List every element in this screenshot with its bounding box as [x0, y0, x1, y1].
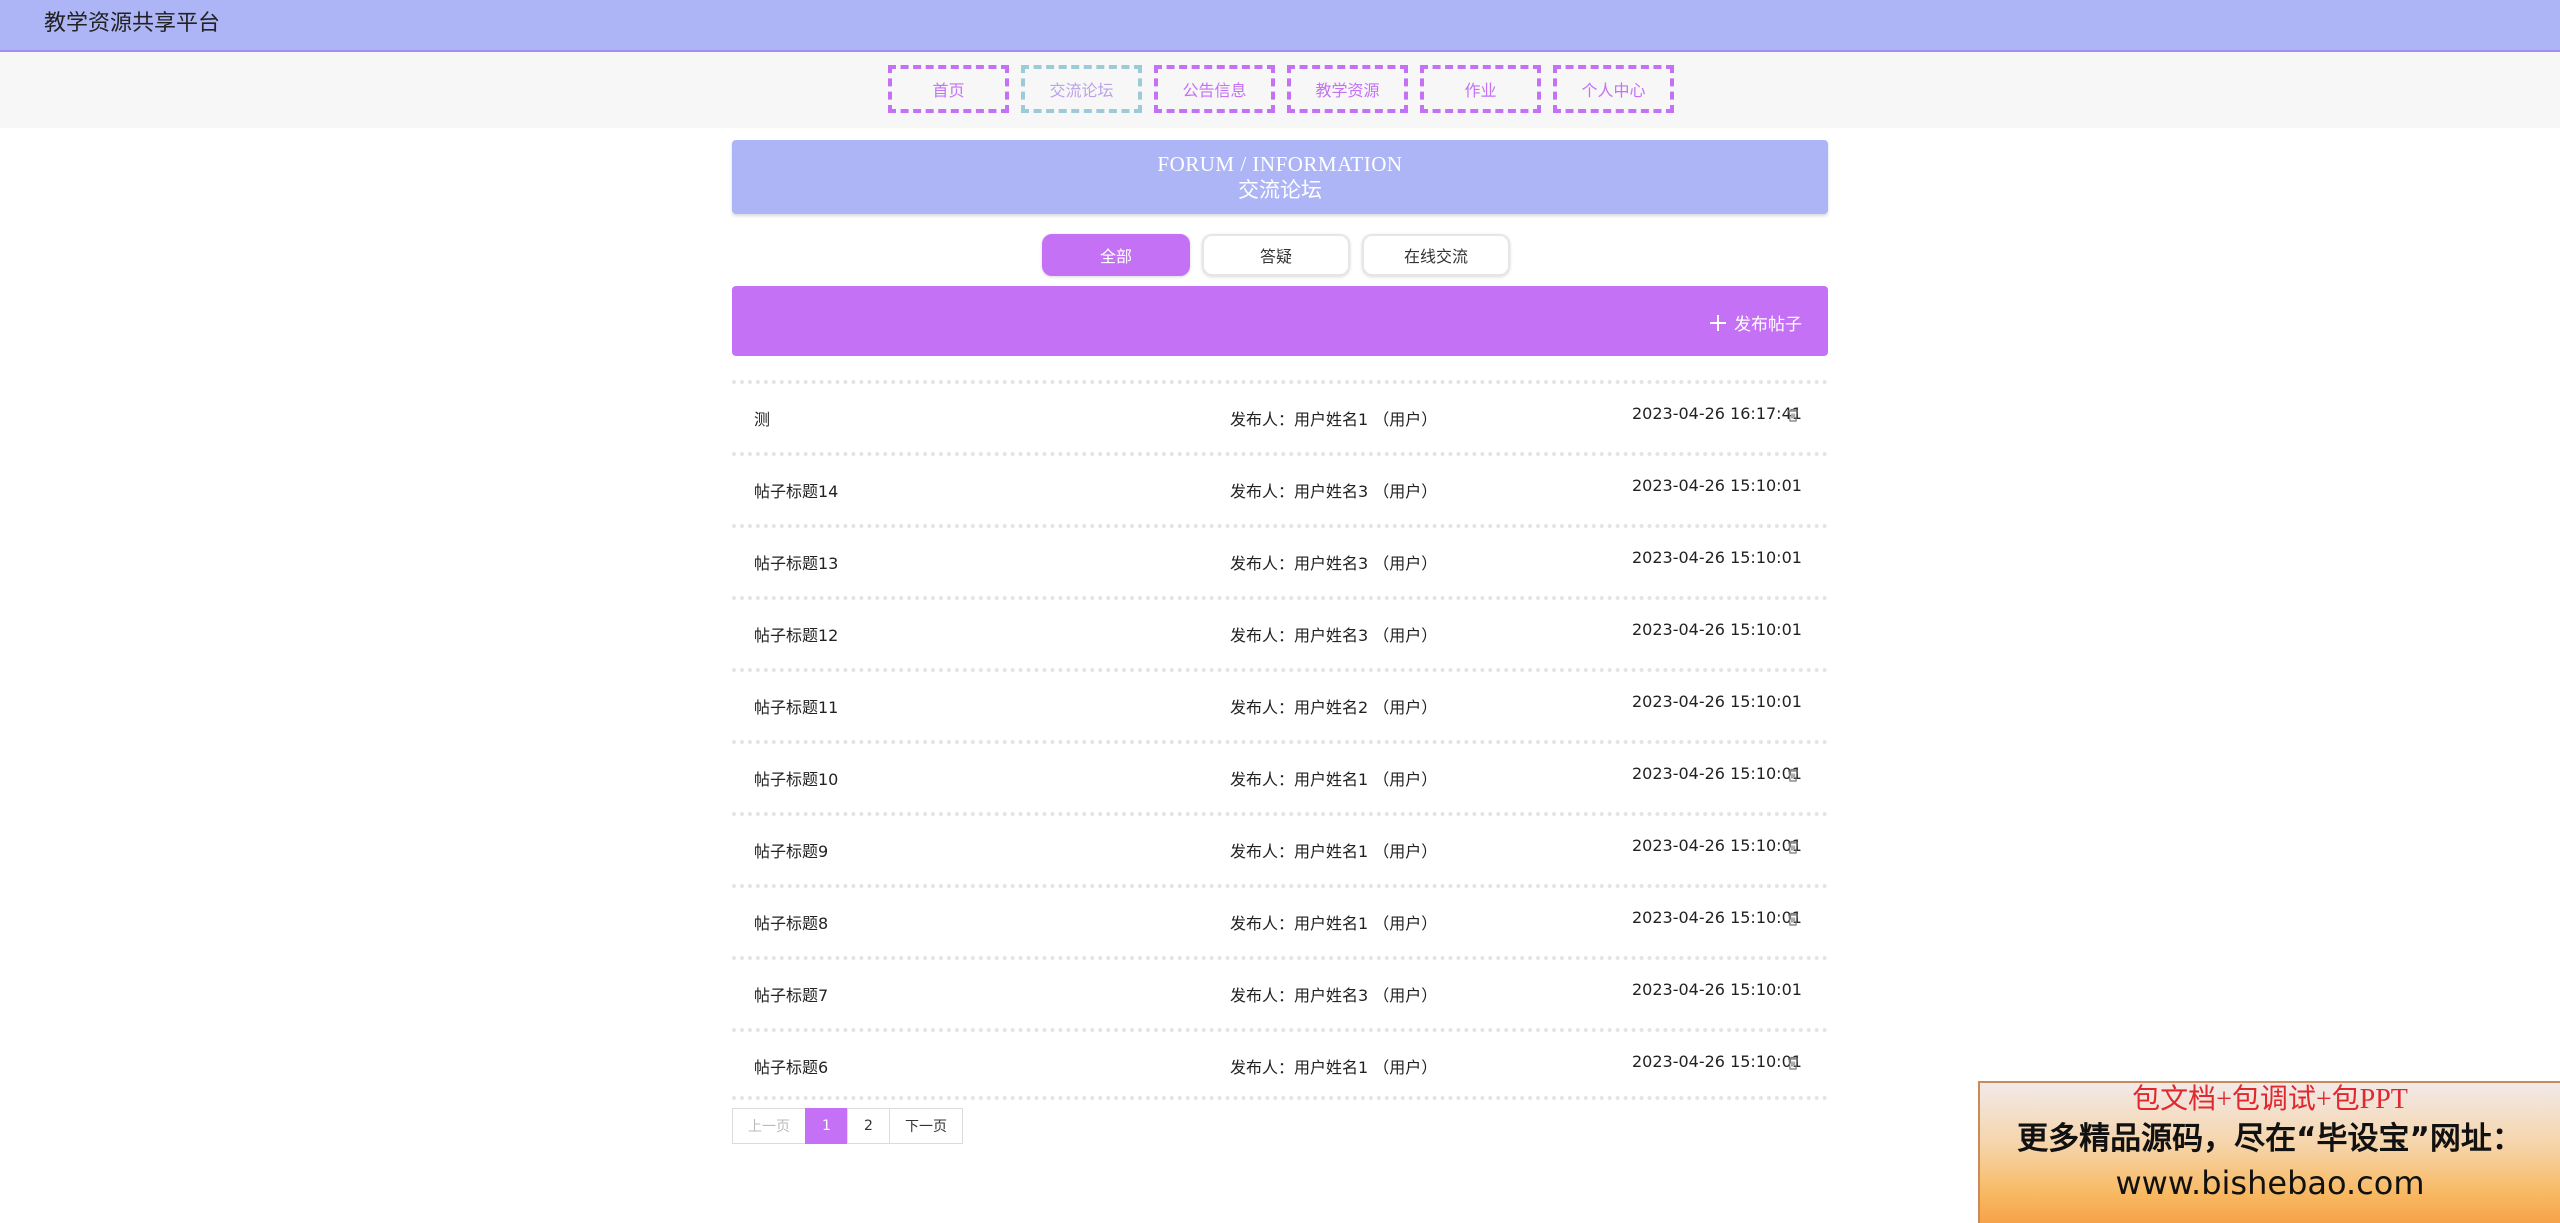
post-row[interactable]: 帖子标题10 发布人：用户姓名1 （用户） 2023-04-26 15:10:0… [732, 740, 1828, 812]
post-row[interactable]: 测 发布人：用户姓名1 （用户） 2023-04-26 16:17:41 [732, 380, 1828, 452]
top-header: 教学资源共享平台 [0, 0, 2560, 52]
post-author: 发布人：用户姓名1 （用户） [1230, 914, 1438, 933]
promo-line-1: 包文档+包调试+包PPT [2132, 1084, 2408, 1115]
banner-title-en: FORUM / INFORMATION [1157, 152, 1403, 176]
trash-icon[interactable] [1787, 1056, 1799, 1070]
plus-icon [1710, 314, 1726, 331]
post-row[interactable]: 帖子标题12 发布人：用户姓名3 （用户） 2023-04-26 15:10:0… [732, 596, 1828, 668]
post-time: 2023-04-26 15:10:01 [1632, 620, 1802, 639]
post-toolbar: 发布帖子 [732, 286, 1828, 356]
trash-icon[interactable] [1787, 912, 1799, 926]
promo-banner: 包文档+包调试+包PPT 更多精品源码，尽在“毕设宝”网址： www.bishe… [1978, 1081, 2560, 1223]
post-author: 发布人：用户姓名3 （用户） [1230, 554, 1438, 573]
post-title[interactable]: 帖子标题14 [754, 478, 838, 502]
post-time: 2023-04-26 16:17:41 [1632, 404, 1802, 423]
post-title[interactable]: 帖子标题9 [754, 838, 828, 862]
post-author: 发布人：用户姓名3 （用户） [1230, 626, 1438, 645]
publish-post-button[interactable]: 发布帖子 [1710, 310, 1802, 335]
post-time: 2023-04-26 15:10:01 [1632, 548, 1802, 567]
post-title[interactable]: 帖子标题8 [754, 910, 828, 934]
post-time: 2023-04-26 15:10:01 [1632, 908, 1802, 927]
filter-all[interactable]: 全部 [1042, 234, 1190, 276]
post-time: 2023-04-26 15:10:01 [1632, 476, 1802, 495]
post-author: 发布人：用户姓名3 （用户） [1230, 482, 1438, 501]
post-title[interactable]: 测 [754, 406, 770, 430]
next-page-button[interactable]: 下一页 [889, 1108, 963, 1144]
banner-title-cn: 交流论坛 [1238, 178, 1322, 202]
trash-icon[interactable] [1787, 408, 1799, 422]
post-time: 2023-04-26 15:10:01 [1632, 1052, 1802, 1071]
post-title[interactable]: 帖子标题7 [754, 982, 828, 1006]
publish-post-label: 发布帖子 [1734, 315, 1802, 335]
prev-page-button[interactable]: 上一页 [732, 1108, 806, 1144]
post-row[interactable]: 帖子标题13 发布人：用户姓名3 （用户） 2023-04-26 15:10:0… [732, 524, 1828, 596]
app-title: 教学资源共享平台 [44, 11, 221, 36]
post-time: 2023-04-26 15:10:01 [1632, 764, 1802, 783]
post-author: 发布人：用户姓名3 （用户） [1230, 986, 1438, 1005]
post-row[interactable]: 帖子标题14 发布人：用户姓名3 （用户） 2023-04-26 15:10:0… [732, 452, 1828, 524]
filter-qa[interactable]: 答疑 [1202, 234, 1350, 276]
post-row[interactable]: 帖子标题7 发布人：用户姓名3 （用户） 2023-04-26 15:10:01 [732, 956, 1828, 1028]
post-row[interactable]: 帖子标题6 发布人：用户姓名1 （用户） 2023-04-26 15:10:01 [732, 1028, 1828, 1100]
post-author: 发布人：用户姓名1 （用户） [1230, 842, 1438, 861]
post-list: 测 发布人：用户姓名1 （用户） 2023-04-26 16:17:41 帖子标… [732, 380, 1828, 1100]
post-author: 发布人：用户姓名1 （用户） [1230, 770, 1438, 789]
page-button-1[interactable]: 1 [805, 1108, 848, 1144]
post-time: 2023-04-26 15:10:01 [1632, 980, 1802, 999]
pagination: 上一页 1 2 下一页 [732, 1108, 963, 1144]
nav-item-homework[interactable]: 作业 [1420, 65, 1541, 113]
nav-item-profile[interactable]: 个人中心 [1553, 65, 1674, 113]
post-title[interactable]: 帖子标题10 [754, 766, 838, 790]
post-row[interactable]: 帖子标题9 发布人：用户姓名1 （用户） 2023-04-26 15:10:01 [732, 812, 1828, 884]
main-nav: 首页 交流论坛 公告信息 教学资源 作业 个人中心 [888, 65, 1674, 113]
page-banner: FORUM / INFORMATION 交流论坛 [732, 140, 1828, 214]
post-author: 发布人：用户姓名1 （用户） [1230, 410, 1438, 429]
post-time: 2023-04-26 15:10:01 [1632, 692, 1802, 711]
trash-icon[interactable] [1787, 768, 1799, 782]
nav-item-announcements[interactable]: 公告信息 [1154, 65, 1275, 113]
category-filters: 全部 答疑 在线交流 [1042, 234, 1510, 276]
post-title[interactable]: 帖子标题13 [754, 550, 838, 574]
trash-icon[interactable] [1787, 840, 1799, 854]
post-row[interactable]: 帖子标题8 发布人：用户姓名1 （用户） 2023-04-26 15:10:01 [732, 884, 1828, 956]
nav-item-resources[interactable]: 教学资源 [1287, 65, 1408, 113]
post-title[interactable]: 帖子标题12 [754, 622, 838, 646]
post-title[interactable]: 帖子标题11 [754, 694, 838, 718]
post-author: 发布人：用户姓名2 （用户） [1230, 698, 1438, 717]
post-author: 发布人：用户姓名1 （用户） [1230, 1058, 1438, 1077]
nav-item-home[interactable]: 首页 [888, 65, 1009, 113]
filter-online-chat[interactable]: 在线交流 [1362, 234, 1510, 276]
promo-url: www.bishebao.com [2115, 1164, 2425, 1202]
nav-bar: 首页 交流论坛 公告信息 教学资源 作业 个人中心 [0, 52, 2560, 128]
nav-item-forum[interactable]: 交流论坛 [1021, 65, 1142, 113]
post-time: 2023-04-26 15:10:01 [1632, 836, 1802, 855]
page-button-2[interactable]: 2 [847, 1108, 890, 1144]
post-row[interactable]: 帖子标题11 发布人：用户姓名2 （用户） 2023-04-26 15:10:0… [732, 668, 1828, 740]
promo-line-2: 更多精品源码，尽在“毕设宝”网址： [2017, 1121, 2523, 1157]
post-title[interactable]: 帖子标题6 [754, 1054, 828, 1078]
